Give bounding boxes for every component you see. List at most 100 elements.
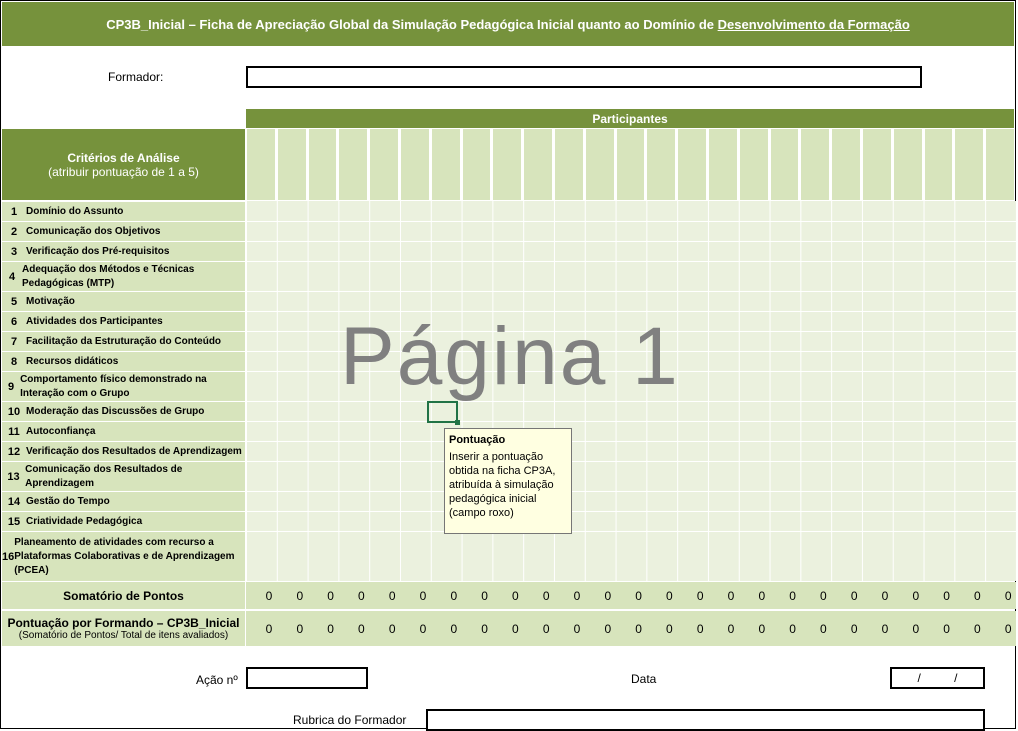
criteria-number: 5	[10, 295, 18, 308]
pontuacao-value: 0	[666, 622, 673, 636]
pontuacao-value: 0	[450, 622, 458, 636]
somatorio-value: 0	[327, 589, 334, 603]
criteria-text: Domínio do Assunto	[26, 205, 124, 217]
participant-header-cell[interactable]	[708, 129, 738, 200]
pontuacao-value: 0	[327, 622, 334, 636]
pontuacao-value: 0	[573, 622, 581, 636]
somatorio-value: 0	[727, 589, 735, 603]
pontuacao-value: 0	[974, 622, 981, 636]
criteria-text: Criatividade Pedagógica	[26, 515, 143, 527]
criteria-row: 1 Domínio do Assunto	[2, 202, 245, 222]
somatorio-text: Somatório de Pontos	[63, 588, 184, 603]
criteria-subtitle: (atribuir pontuação de 1 a 5)	[48, 164, 199, 179]
form-title: CP3B_Inicial – Ficha de Apreciação Globa…	[2, 2, 1014, 46]
somatorio-value: 0	[789, 589, 796, 603]
criteria-row: 13 Comunicação dos Resultados de Aprendiz…	[2, 462, 245, 492]
data-input[interactable]: / /	[890, 667, 985, 689]
participant-header-cell[interactable]	[461, 129, 492, 200]
participant-header-cell[interactable]	[646, 129, 677, 200]
data-label: Data	[631, 672, 657, 686]
participant-header-cell[interactable]	[430, 129, 461, 200]
pontuacao-value: 0	[912, 622, 920, 636]
criteria-row: 5 Motivação	[2, 292, 245, 312]
pontuacao-subtext: (Somatório de Pontos/ Total de itens ava…	[18, 630, 229, 641]
rubrica-input[interactable]	[426, 709, 985, 731]
criteria-row: 16 Planeamento de atividades com recurso …	[2, 532, 245, 582]
participant-header-cell[interactable]	[985, 129, 1015, 200]
participant-header-cell[interactable]	[246, 129, 276, 200]
pontuacao-value: 0	[850, 622, 858, 636]
grid-line	[246, 511, 1016, 512]
participant-header-cell[interactable]	[892, 129, 923, 200]
criteria-number: 6	[10, 315, 18, 328]
participant-header-cell[interactable]	[677, 129, 707, 200]
criteria-text: Comportamento físico demonstrado na Inte…	[20, 373, 207, 399]
criteria-number: 15	[7, 515, 21, 528]
pontuacao-value: 0	[881, 622, 889, 636]
page-watermark: Página 1	[340, 311, 680, 402]
formador-input[interactable]	[246, 66, 922, 88]
grid-line	[246, 491, 1016, 492]
title-prefix: CP3B_Inicial – Ficha de Apreciação Globa…	[106, 16, 714, 32]
criteria-text: Verificação dos Resultados de Aprendizag…	[26, 445, 242, 457]
criteria-row: 4 Adequação dos Métodos e Técnicas Pedagó…	[2, 262, 245, 292]
pontuacao-value: 0	[789, 622, 796, 636]
pontuacao-value: 0	[419, 622, 427, 636]
somatorio-value: 0	[388, 589, 396, 603]
pontuacao-value: 0	[1004, 622, 1012, 636]
pontuacao-value: 0	[265, 622, 273, 636]
criteria-row: 10 Moderação das Discussões de Grupo	[2, 402, 245, 422]
participant-header-cell[interactable]	[400, 129, 430, 200]
participant-header-cell[interactable]	[554, 129, 584, 200]
participant-header-cell[interactable]	[769, 129, 800, 200]
participant-header-cell[interactable]	[369, 129, 399, 200]
criteria-text: Gestão do Tempo	[26, 495, 110, 507]
somatorio-value: 0	[542, 589, 550, 603]
somatorio-value: 0	[881, 589, 889, 603]
somatorio-value: 0	[604, 589, 612, 603]
cell-comment-tooltip: Pontuação Inserir a pontuação obtida na …	[444, 428, 572, 534]
criteria-text: Recursos didáticos	[26, 355, 119, 367]
participant-header-cell[interactable]	[954, 129, 985, 200]
grid-line	[246, 421, 1016, 422]
somatorio-value: 0	[419, 589, 427, 603]
acao-input[interactable]	[246, 667, 368, 689]
participant-header-cell[interactable]	[800, 129, 831, 200]
participant-header-cell[interactable]	[276, 129, 307, 200]
criteria-row: 7 Facilitação da Estruturação do Conteúdo	[2, 332, 245, 352]
criteria-row: 14 Gestão do Tempo	[2, 492, 245, 512]
participant-header-cell[interactable]	[738, 129, 769, 200]
pontuacao-value: 0	[481, 622, 488, 636]
participant-header-cell[interactable]	[523, 129, 553, 200]
grid-line	[246, 461, 1016, 462]
criteria-number: 1	[10, 205, 18, 218]
participant-header-cell[interactable]	[307, 129, 338, 200]
criteria-row: 3 Verificação dos Pré-requisitos	[2, 242, 245, 262]
criteria-number: 16	[2, 550, 15, 563]
pontuacao-value: 0	[727, 622, 735, 636]
participant-header-cell[interactable]	[831, 129, 861, 200]
participant-header-cell[interactable]	[862, 129, 892, 200]
somatorio-value: 0	[696, 589, 704, 603]
participant-header-cell[interactable]	[584, 129, 615, 200]
criteria-row: 8 Recursos didáticos	[2, 352, 245, 372]
participant-header-cell[interactable]	[492, 129, 523, 200]
tooltip-body: Inserir a pontuação obtida na ficha CP3A…	[449, 451, 556, 519]
grid-line	[246, 531, 1016, 532]
selected-cell[interactable]	[427, 401, 460, 425]
participant-header-cell[interactable]	[923, 129, 954, 200]
grid-line	[246, 441, 1016, 442]
criteria-number: 12	[7, 445, 21, 458]
somatorio-value: 0	[1004, 589, 1012, 603]
pontuacao-value: 0	[296, 622, 304, 636]
participant-header-cell[interactable]	[338, 129, 369, 200]
criteria-header: Critérios de Análise (atribuir pontuação…	[2, 129, 245, 200]
somatorio-value: 0	[481, 589, 488, 603]
pontuacao-value: 0	[696, 622, 704, 636]
criteria-text: Autoconfiança	[26, 425, 96, 437]
somatorio-value: 0	[850, 589, 858, 603]
participant-header-cell[interactable]	[615, 129, 646, 200]
somatorio-value: 0	[666, 589, 673, 603]
criteria-text: Atividades dos Participantes	[26, 315, 163, 327]
somatorio-value: 0	[450, 589, 458, 603]
